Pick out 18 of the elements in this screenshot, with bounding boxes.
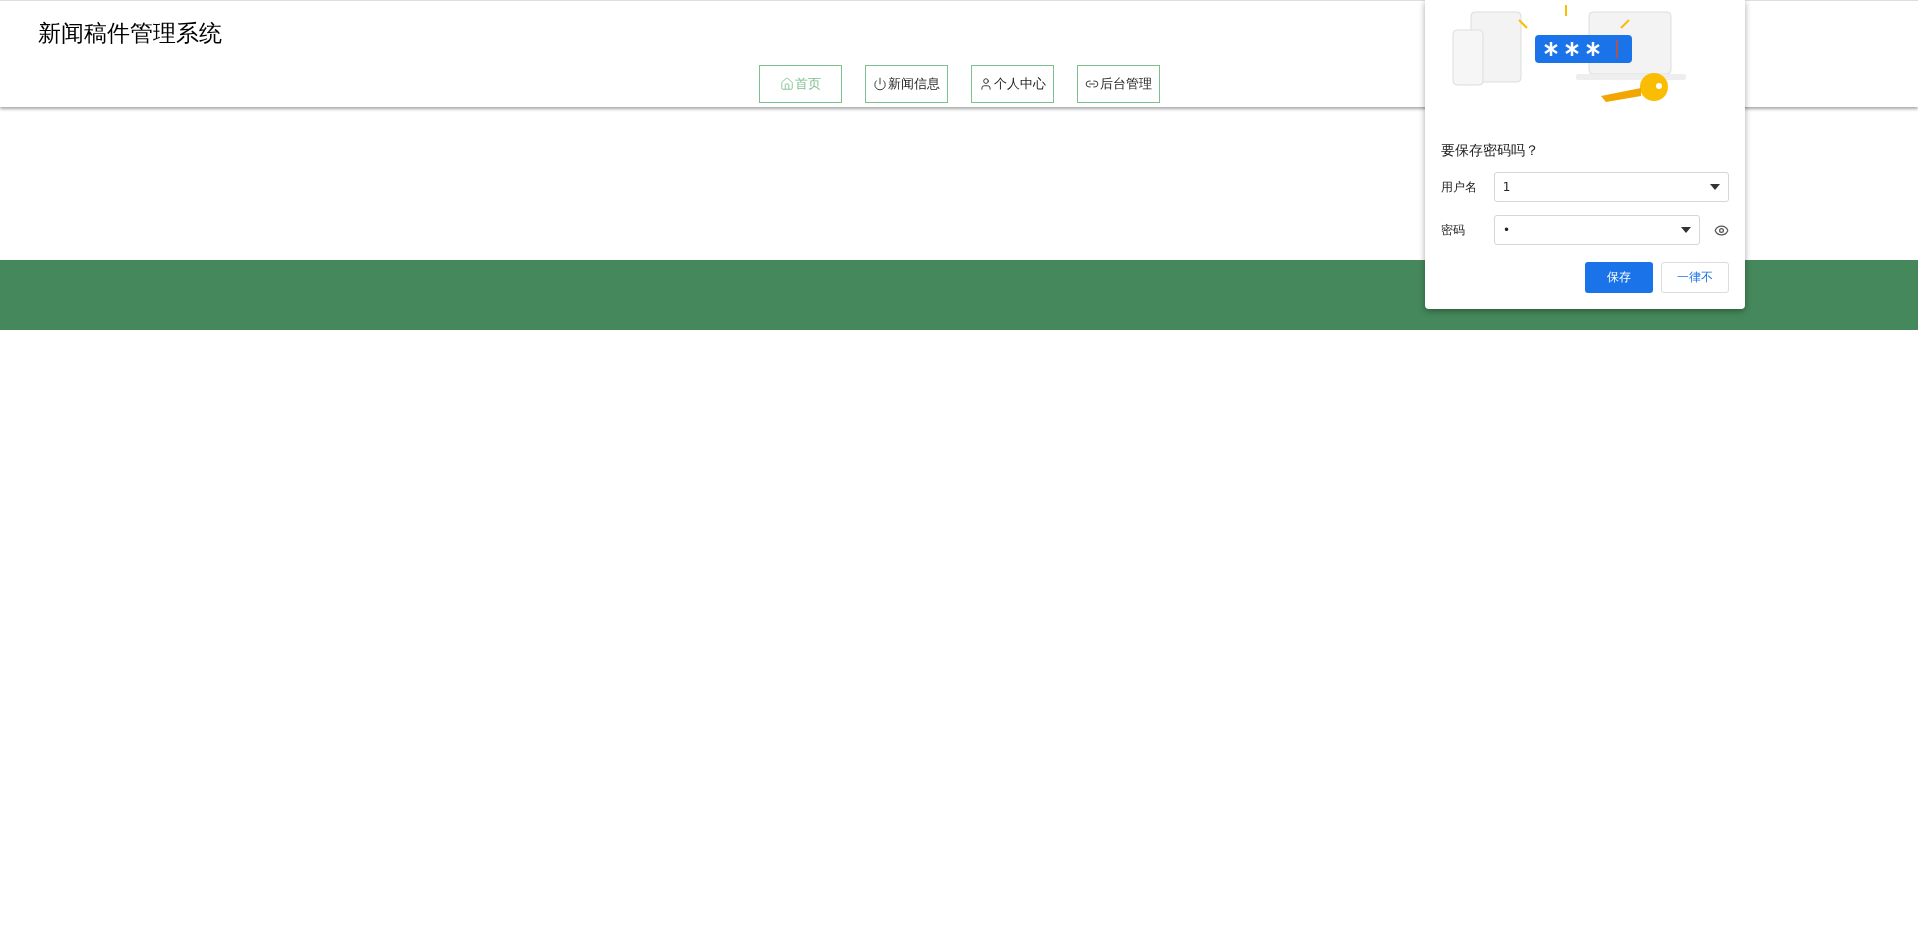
password-field[interactable]: • bbox=[1494, 215, 1700, 245]
caret-icon bbox=[1681, 227, 1691, 233]
save-button[interactable]: 保存 bbox=[1585, 262, 1653, 293]
eye-icon[interactable] bbox=[1714, 222, 1729, 238]
nav-button[interactable]: 新闻信息 bbox=[865, 65, 948, 103]
caret-icon bbox=[1710, 184, 1720, 190]
dialog-title: 要保存密码吗？ bbox=[1441, 142, 1540, 160]
password-label: 密码 bbox=[1441, 221, 1466, 239]
site-title: 新闻稿件管理系统 bbox=[37, 19, 222, 48]
nav-button[interactable]: 个人中心 bbox=[971, 65, 1054, 103]
home-icon bbox=[780, 77, 794, 91]
nav-button[interactable]: 后台管理 bbox=[1077, 65, 1160, 103]
link-icon bbox=[1085, 77, 1099, 91]
never-button[interactable]: 一律不 bbox=[1661, 262, 1729, 293]
power-icon bbox=[873, 77, 887, 91]
username-field[interactable]: 1 bbox=[1493, 172, 1729, 202]
username-label: 用户名 bbox=[1441, 178, 1478, 196]
user-icon bbox=[979, 77, 993, 91]
